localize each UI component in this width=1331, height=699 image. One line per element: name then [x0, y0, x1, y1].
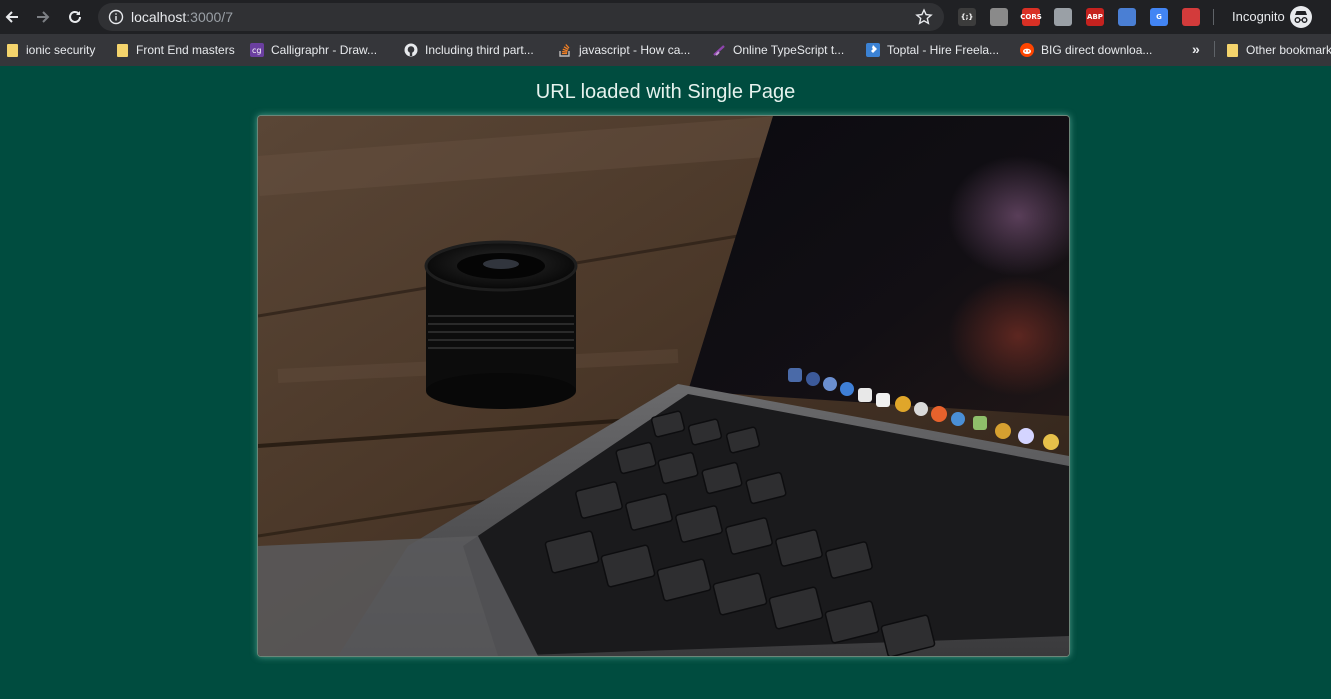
bookmark-label: Online TypeScript t...	[733, 43, 845, 57]
red-ext-icon[interactable]	[1182, 8, 1200, 26]
forward-arrow-icon	[37, 11, 50, 23]
toptal-icon	[866, 43, 880, 57]
back-button[interactable]	[0, 5, 24, 29]
bookmark-other[interactable]: Other bookmarks	[1225, 41, 1331, 59]
more-bookmarks-chevron-icon[interactable]: »	[1192, 41, 1200, 57]
page-title: URL loaded with Single Page	[535, 81, 796, 103]
bookmark-label: Front End masters	[136, 43, 235, 57]
github-icon	[404, 43, 418, 57]
svg-text:cg: cg	[252, 46, 261, 55]
info-icon[interactable]	[108, 9, 124, 25]
folder-icon	[115, 43, 129, 57]
back-arrow-icon	[5, 11, 18, 23]
bookmark-label: Including third part...	[425, 43, 534, 57]
folder-icon	[5, 43, 19, 57]
bookmark-label: Other bookmarks	[1246, 43, 1331, 57]
bookmarks-divider	[1214, 41, 1215, 57]
bookmark-label: BIG direct downloa...	[1041, 43, 1153, 57]
bookmark-label: Calligraphr - Draw...	[271, 43, 378, 57]
forward-button[interactable]	[31, 5, 55, 29]
incognito-icon[interactable]	[1290, 6, 1312, 28]
bookmark-ionic-security[interactable]: ionic security	[5, 41, 95, 59]
calligraphr-icon: cg	[250, 43, 264, 57]
url-text[interactable]: localhost:3000/7	[131, 9, 233, 25]
grey-ext-icon[interactable]	[990, 8, 1008, 26]
folder-icon	[1225, 43, 1239, 57]
hero-image	[257, 115, 1070, 657]
bookmark-reddit[interactable]: BIG direct downloa...	[1020, 41, 1152, 59]
incognito-glyph-icon	[1294, 11, 1308, 23]
google-translate-icon[interactable]: G	[1150, 8, 1168, 26]
cors-ext-icon[interactable]: CORS	[1020, 8, 1042, 26]
adblock-ext-icon[interactable]: ABP	[1086, 8, 1104, 26]
url-path: :3000/7	[186, 9, 233, 25]
bookmark-label: ionic security	[26, 43, 96, 57]
bookmark-star-icon[interactable]	[915, 8, 933, 26]
bookmark-github[interactable]: Including third part...	[404, 41, 534, 59]
bookmark-label: Toptal - Hire Freela...	[887, 43, 1000, 57]
bookmark-typescript[interactable]: Online TypeScript t...	[712, 41, 844, 59]
toolbar-divider	[1213, 9, 1214, 25]
bookmark-toptal[interactable]: Toptal - Hire Freela...	[866, 41, 999, 59]
bookmark-label: javascript - How ca...	[579, 43, 691, 57]
camera-lens	[424, 240, 578, 409]
typescript-icon	[712, 43, 726, 57]
url-host: localhost	[131, 9, 187, 25]
address-bar[interactable]: localhost:3000/7	[98, 3, 944, 31]
reddit-icon	[1020, 43, 1034, 57]
reload-icon	[69, 10, 81, 23]
bookmark-front-end-masters[interactable]: Front End masters	[115, 41, 235, 59]
reload-button[interactable]	[63, 5, 87, 29]
bookmark-stackoverflow[interactable]: javascript - How ca...	[558, 41, 690, 59]
chat-ext-icon[interactable]	[1118, 8, 1136, 26]
json-ext-icon[interactable]: {;}	[958, 8, 976, 26]
bookmarks-bar: ionic security Front End masters cg Call…	[0, 34, 1331, 66]
bookmark-calligraphr[interactable]: cg Calligraphr - Draw...	[250, 41, 377, 59]
browser-toolbar: localhost:3000/7 {;} CORS ABP G Incognito	[0, 0, 1331, 34]
shield-ext-icon[interactable]	[1054, 8, 1072, 26]
incognito-label[interactable]: Incognito	[1232, 9, 1285, 24]
laptop-camera-lens-photo	[258, 116, 1069, 656]
stackoverflow-icon	[558, 43, 572, 57]
